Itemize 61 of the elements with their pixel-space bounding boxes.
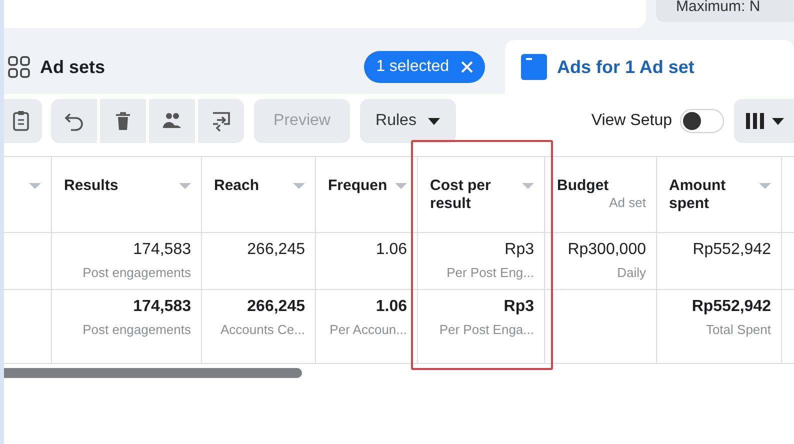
sort-caret-icon[interactable] xyxy=(395,183,407,189)
header-label: Budget xyxy=(557,177,610,195)
cell-value: 174,583 xyxy=(133,298,191,316)
cell-sublabel: Total Spent xyxy=(706,322,771,337)
toolbar-button[interactable] xyxy=(51,99,97,143)
sort-caret-icon[interactable] xyxy=(179,183,191,189)
cell-sublabel: Daily xyxy=(617,265,646,280)
column-header[interactable]: Cost per result xyxy=(418,157,545,233)
header-label: Frequen xyxy=(328,177,388,195)
cell-sublabel: Per Post Enga... xyxy=(439,322,534,337)
sort-caret-icon[interactable] xyxy=(293,183,305,189)
header-label: Cost per result xyxy=(430,177,492,213)
cell-value: 266,245 xyxy=(247,298,305,316)
column-header[interactable]: Reach xyxy=(202,157,316,233)
cell-value: Rp552,942 xyxy=(692,241,771,259)
column-header[interactable]: Budget Ad set xyxy=(545,157,657,233)
cell-value: Rp552,942 xyxy=(692,298,771,316)
columns-button[interactable] xyxy=(734,99,794,143)
cell-sublabel: Per Accoun... xyxy=(330,322,407,337)
pane-tab[interactable]: Ad sets 1 selected xyxy=(0,40,505,94)
column-header[interactable]: Amount spent xyxy=(657,157,782,233)
column-header[interactable]: Frequen xyxy=(316,157,418,233)
column-header[interactable]: Results xyxy=(52,157,202,233)
toolbar-button[interactable] xyxy=(100,99,146,143)
cell-value: 1.06 xyxy=(376,298,407,316)
cell-value: 174,583 xyxy=(133,241,191,259)
cell-value: Rp3 xyxy=(504,241,534,259)
header-sublabel: Ad set xyxy=(608,195,646,210)
swap-icon xyxy=(211,110,231,132)
toggle-label: View Setup xyxy=(591,112,672,130)
columns-icon xyxy=(746,113,764,129)
cell-value: 266,245 xyxy=(247,241,305,259)
sort-caret-icon[interactable] xyxy=(759,183,771,189)
field-value: Maximum: N xyxy=(656,0,794,22)
header-label: Results xyxy=(64,177,120,195)
toolbar-button[interactable] xyxy=(149,99,195,143)
window-icon xyxy=(521,54,547,80)
rules-dropdown[interactable]: Rules xyxy=(360,99,456,143)
grid-icon xyxy=(8,56,30,78)
selection-chip[interactable]: 1 selected xyxy=(364,51,485,83)
clipboard-icon xyxy=(11,110,31,132)
header-label: Amount spent xyxy=(669,177,727,213)
cell-sublabel: Post engagements xyxy=(82,322,191,337)
caret-icon xyxy=(772,118,784,124)
sort-caret-icon[interactable] xyxy=(29,183,41,189)
header-label: Reach xyxy=(214,177,260,195)
tab-label: Ads for 1 Ad set xyxy=(557,56,696,78)
caret-icon xyxy=(428,118,440,124)
cell-value: Rp3 xyxy=(504,298,534,316)
cell-sublabel: Post engagements xyxy=(82,265,191,280)
tab-label: Ad sets xyxy=(40,56,106,78)
toolbar-button[interactable] xyxy=(198,99,244,143)
toggle-switch[interactable] xyxy=(680,109,724,133)
cell-sublabel: Per Post Eng... xyxy=(446,265,534,280)
sort-caret-icon[interactable] xyxy=(522,183,534,189)
cell-value: Rp300,000 xyxy=(568,241,646,259)
close-icon xyxy=(461,61,473,73)
pane-tab[interactable]: Ads for 1 Ad set xyxy=(505,40,794,94)
cell-value: 1.06 xyxy=(376,241,407,259)
cell-sublabel: Accounts Ce... xyxy=(220,322,305,337)
trash-icon xyxy=(113,110,133,132)
